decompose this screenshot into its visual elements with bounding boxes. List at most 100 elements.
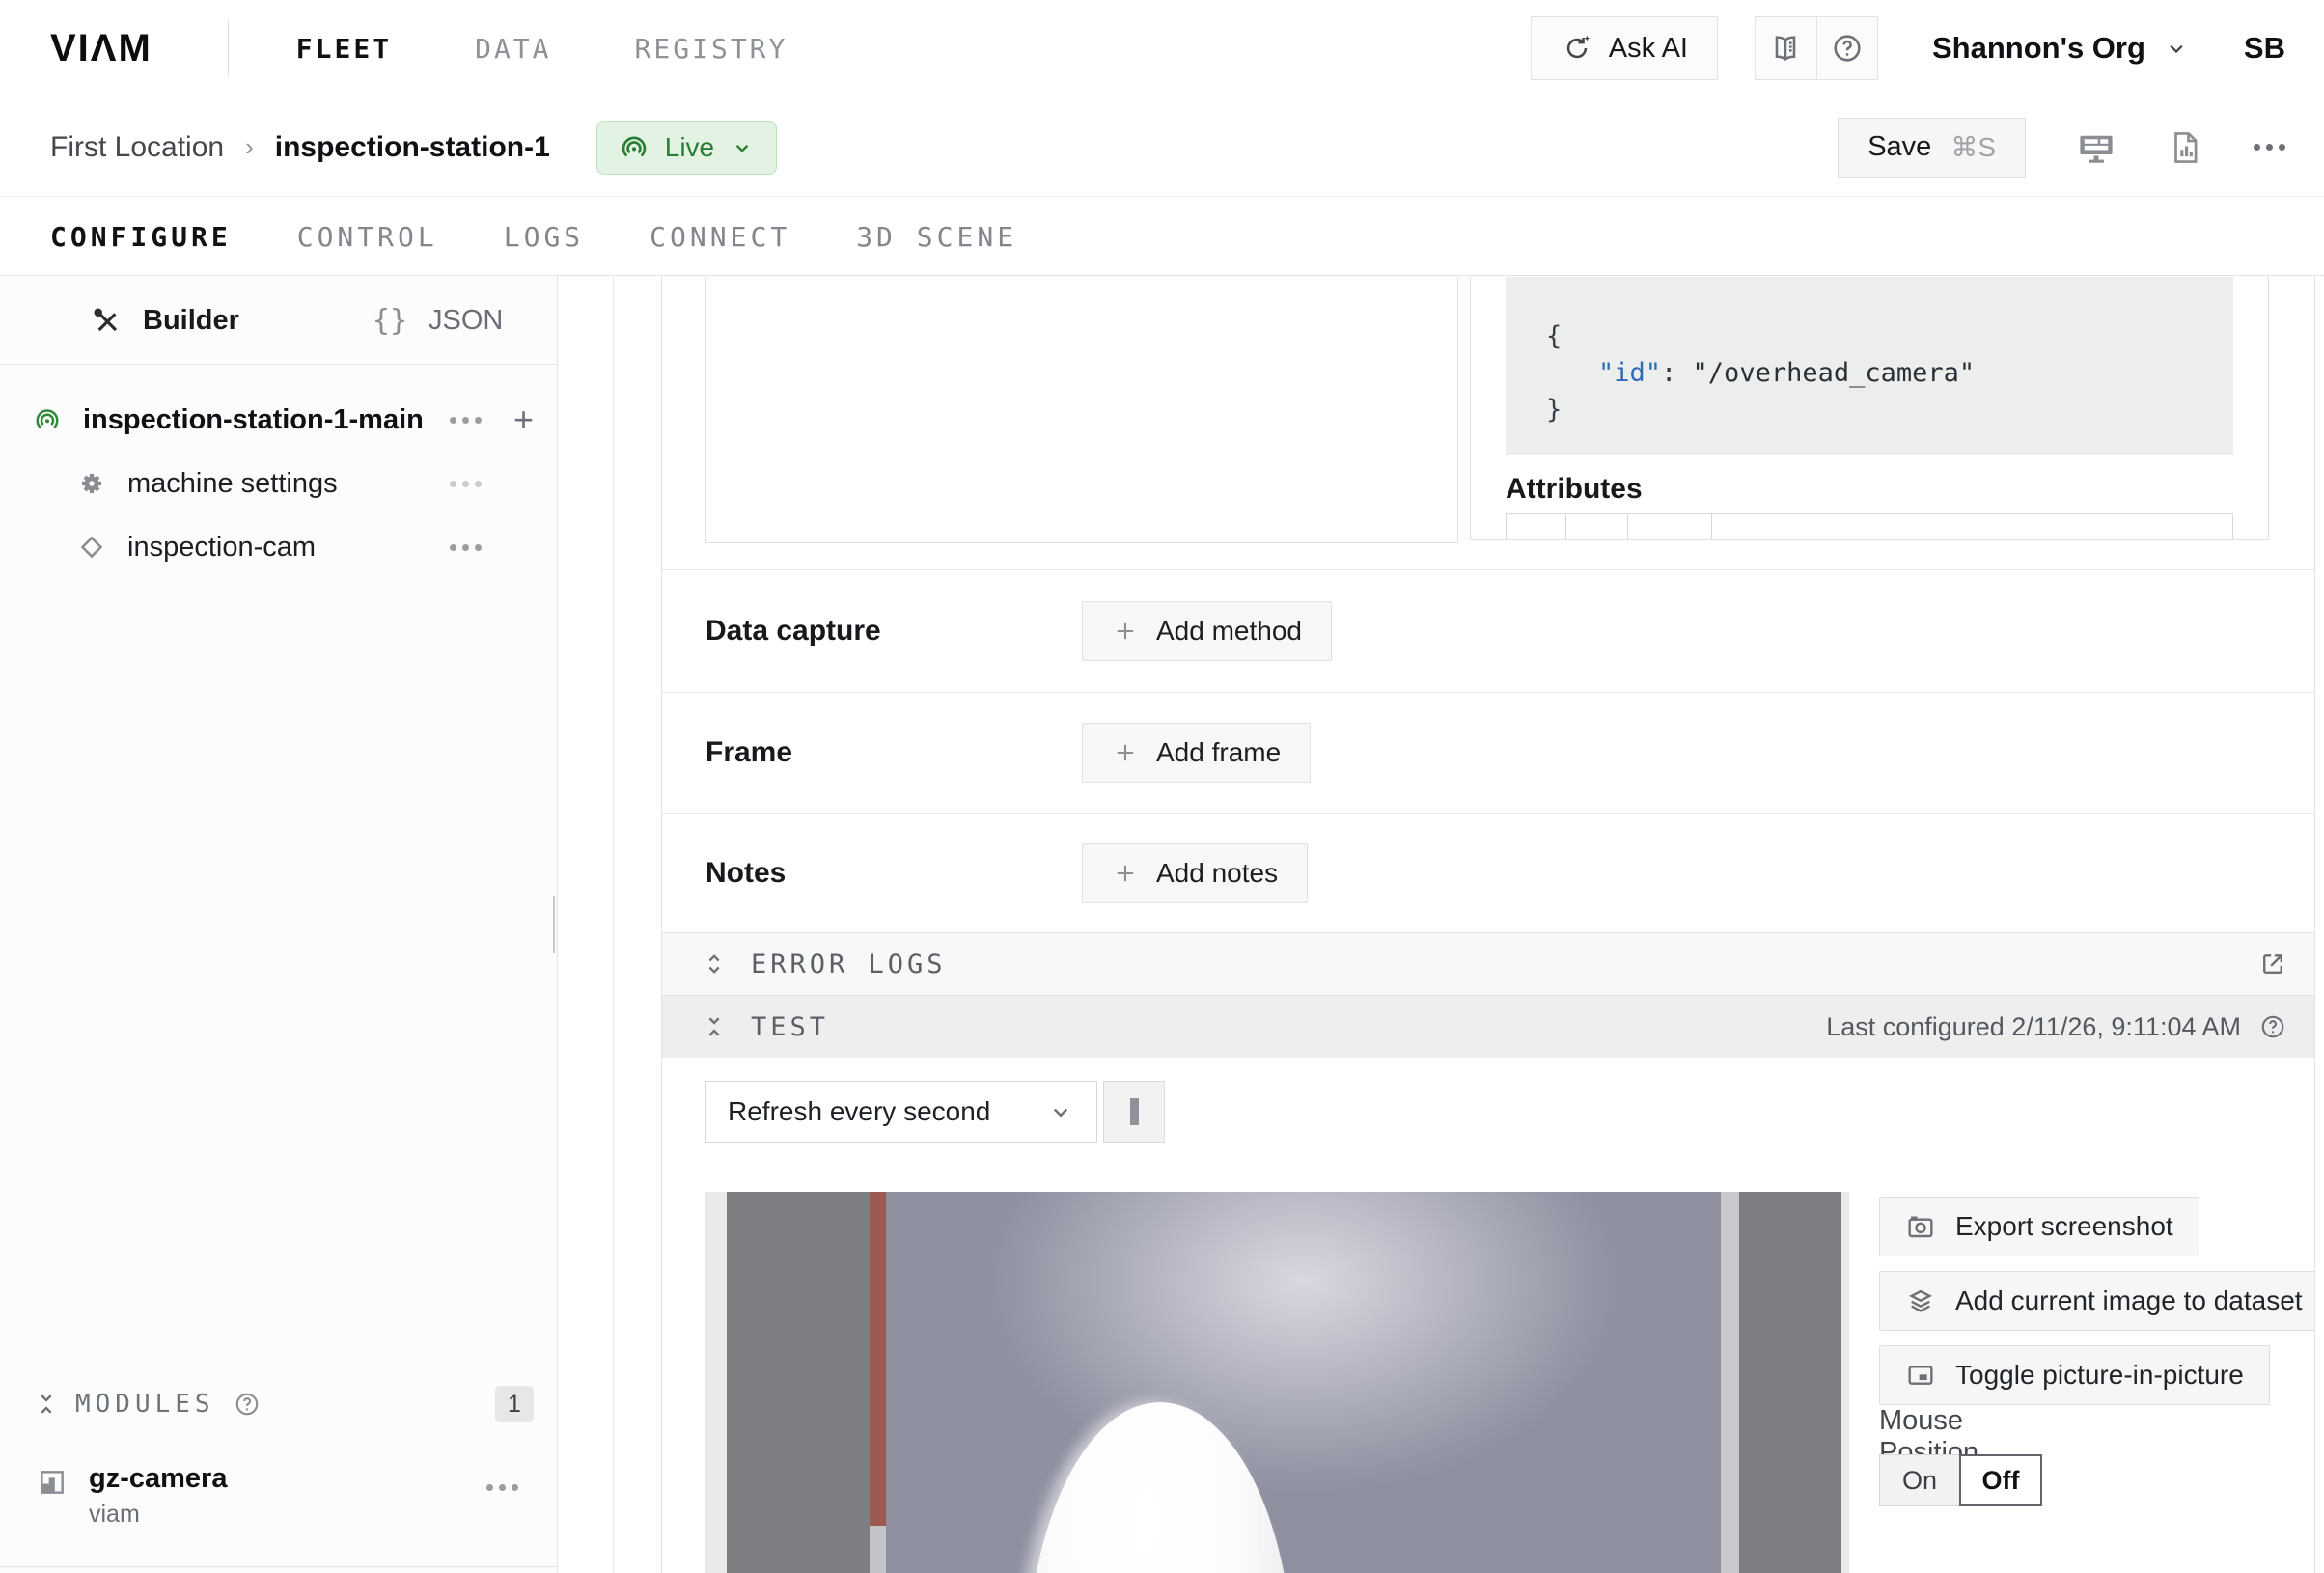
config-mode-toggle: Builder {} JSON — [0, 277, 557, 365]
add-frame-button[interactable]: Add frame — [1082, 723, 1311, 783]
braces-icon: {} — [373, 304, 407, 338]
code-line-close: } — [1546, 392, 1975, 428]
open-external-icon[interactable] — [2258, 950, 2287, 979]
tab-connect[interactable]: CONNECT — [650, 221, 790, 253]
machine-settings-menu-button[interactable] — [450, 481, 482, 487]
collapse-icon[interactable] — [33, 1391, 60, 1418]
tree-item-inspection-cam[interactable]: inspection-cam — [0, 515, 557, 579]
nav-item-data[interactable]: DATA — [475, 33, 551, 65]
module-item-gz-camera[interactable]: gz-camera viam — [0, 1463, 557, 1529]
machine-root-label: inspection-station-1-main — [83, 404, 424, 436]
help-button[interactable] — [1816, 17, 1877, 79]
modules-panel: MODULES 1 gz-c — [0, 1366, 557, 1567]
add-notes-label: Add notes — [1156, 858, 1278, 889]
stream-pillar-base — [870, 1526, 886, 1573]
more-options-button[interactable] — [2254, 144, 2285, 151]
tree-item-machine-root[interactable]: inspection-station-1-main + — [0, 388, 557, 452]
toggle-on-option[interactable]: On — [1879, 1454, 1960, 1506]
attributes-col-3 — [1628, 514, 1712, 540]
add-notes-button[interactable]: Add notes — [1082, 843, 1308, 903]
diamond-icon — [77, 533, 106, 562]
collapse-icon[interactable] — [701, 1013, 728, 1040]
status-label: Live — [665, 132, 714, 163]
config-preview-panel: { "id": "/overhead_camera" } Attributes — [1470, 277, 2269, 540]
chevron-down-icon — [1046, 1097, 1075, 1126]
chevron-down-icon — [2163, 35, 2190, 62]
tab-logs[interactable]: LOGS — [504, 221, 584, 253]
toggle-pip-button[interactable]: Toggle picture-in-picture — [1879, 1345, 2270, 1405]
test-body: Refresh every second — [662, 1058, 2314, 1573]
breadcrumb: First Location › inspection-station-1 — [50, 131, 550, 164]
ask-ai-icon — [1561, 32, 1593, 65]
config-empty-panel — [706, 277, 1458, 543]
machine-tabs: CONFIGURE CONTROL LOGS CONNECT 3D SCENE — [0, 198, 2324, 276]
org-switcher[interactable]: Shannon's Org — [1932, 31, 2190, 66]
scroll-rule — [613, 277, 614, 1573]
tools-icon — [91, 305, 122, 336]
tab-3d-scene[interactable]: 3D SCENE — [856, 221, 1017, 253]
ask-ai-label: Ask AI — [1609, 33, 1688, 65]
inspection-cam-menu-button[interactable] — [450, 544, 482, 551]
org-name: Shannon's Org — [1932, 31, 2145, 66]
attributes-table — [1506, 513, 2233, 540]
monitor-icon — [2076, 127, 2116, 168]
error-logs-title: ERROR LOGS — [751, 950, 947, 980]
component-card-inspection-cam: { "id": "/overhead_camera" } Attributes — [661, 277, 2315, 1573]
toggle-off-option[interactable]: Off — [1959, 1454, 2042, 1506]
ellipsis-icon — [2254, 144, 2285, 151]
ask-ai-button[interactable]: Ask AI — [1531, 16, 1718, 80]
mouse-tooltip-toggle: On Off — [1879, 1454, 2042, 1506]
breadcrumb-location[interactable]: First Location — [50, 131, 224, 164]
error-logs-header: ERROR LOGS — [662, 932, 2314, 995]
builder-label: Builder — [143, 305, 239, 337]
module-texts: gz-camera viam — [89, 1463, 227, 1529]
add-component-button[interactable]: + — [513, 402, 534, 437]
machine-bar: First Location › inspection-station-1 Li… — [0, 98, 2324, 197]
tab-configure[interactable]: CONFIGURE — [50, 221, 232, 253]
refresh-rate-select[interactable]: Refresh every second — [706, 1081, 1097, 1143]
unfold-icon[interactable] — [701, 951, 728, 978]
machine-report-button[interactable] — [2167, 129, 2203, 166]
breadcrumb-separator: › — [245, 132, 254, 162]
mode-builder[interactable]: Builder — [91, 305, 239, 337]
nav-item-fleet[interactable]: FLEET — [296, 33, 392, 65]
machine-part-tree: inspection-station-1-main + machin — [0, 365, 557, 579]
question-circle-icon[interactable] — [2258, 1012, 2287, 1041]
code-separator: : — [1661, 358, 1693, 388]
export-screenshot-button[interactable]: Export screenshot — [1879, 1197, 2200, 1256]
top-nav: VIΛM FLEET DATA REGISTRY Ask AI — [0, 0, 2324, 97]
picture-in-picture-icon — [1905, 1360, 1936, 1391]
docs-button[interactable] — [1756, 17, 1816, 79]
component-config-section: { "id": "/overhead_camera" } Attributes — [662, 277, 2314, 569]
user-avatar[interactable]: SB — [2244, 31, 2285, 66]
config-main-area: { "id": "/overhead_camera" } Attributes — [559, 277, 2324, 1573]
attributes-col-2 — [1566, 514, 1628, 540]
add-method-label: Add method — [1156, 616, 1302, 647]
save-label: Save — [1868, 131, 1931, 163]
tree-item-machine-settings[interactable]: machine settings — [0, 452, 557, 515]
nav-item-registry[interactable]: REGISTRY — [635, 33, 788, 65]
control-preview-button[interactable] — [2076, 127, 2116, 168]
primary-nav: FLEET DATA REGISTRY — [296, 33, 788, 65]
module-name: gz-camera — [89, 1463, 227, 1495]
module-menu-button[interactable] — [486, 1484, 518, 1491]
tab-control[interactable]: CONTROL — [297, 221, 438, 253]
modules-help-icon[interactable] — [233, 1390, 262, 1419]
mode-json[interactable]: {} JSON — [373, 304, 503, 338]
pause-refresh-button[interactable] — [1103, 1081, 1165, 1143]
add-method-button[interactable]: Add method — [1082, 601, 1332, 661]
plus-icon — [1112, 618, 1139, 645]
machine-root-menu-button[interactable] — [450, 417, 482, 424]
modules-count-badge: 1 — [495, 1386, 534, 1422]
module-org: viam — [89, 1501, 227, 1529]
save-button[interactable]: Save ⌘S — [1838, 118, 2026, 178]
question-circle-icon — [1830, 31, 1865, 66]
code-key: "id" — [1598, 358, 1661, 388]
data-capture-label: Data capture — [706, 615, 1072, 648]
stream-light-glow — [886, 1192, 1721, 1573]
help-button-group — [1755, 16, 1878, 80]
toggle-pip-label: Toggle picture-in-picture — [1955, 1360, 2244, 1391]
machine-status-badge[interactable]: Live — [596, 121, 777, 175]
add-image-to-dataset-button[interactable]: Add current image to dataset — [1879, 1271, 2314, 1331]
last-configured-text: Last configured 2/11/26, 9:11:04 AM — [1826, 1012, 2241, 1042]
